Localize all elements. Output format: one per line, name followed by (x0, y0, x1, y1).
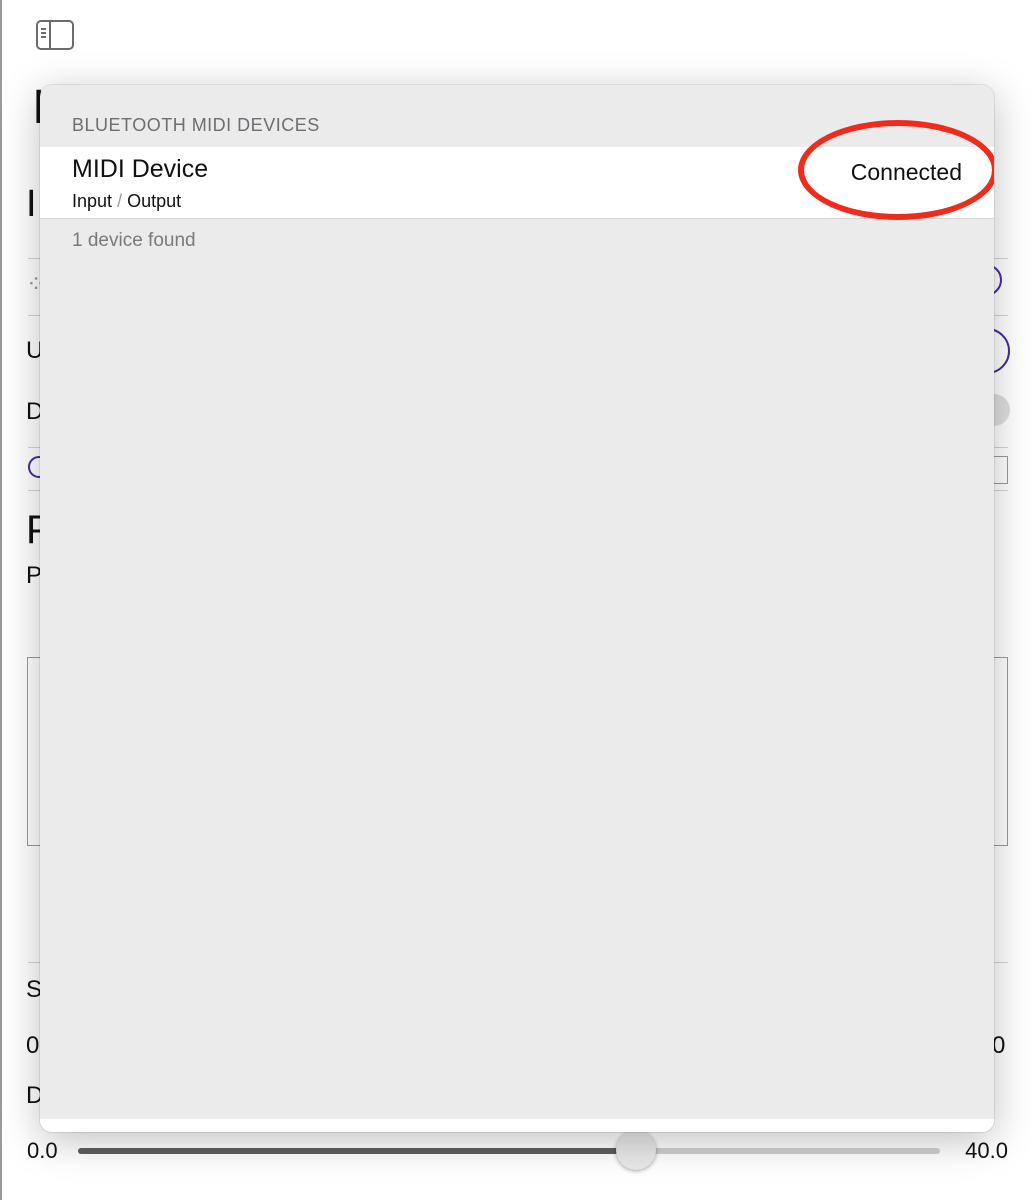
device-io-label: Input / Output (72, 191, 181, 212)
output-label: Output (127, 191, 182, 211)
io-separator: / (117, 191, 123, 211)
slider-track[interactable] (78, 1148, 940, 1154)
sidebar-toggle-icon[interactable] (36, 20, 74, 50)
device-count-footer: 1 device found (72, 230, 196, 251)
window-edge (0, 0, 2, 1200)
slider-max-label: 40.0 (965, 1138, 1008, 1163)
slider-fill (78, 1148, 637, 1154)
value-fragment: 0 (992, 1032, 1006, 1059)
section-header: BLUETOOTH MIDI DEVICES (72, 115, 320, 135)
device-row[interactable]: MIDI Device Input / Output Connected (40, 120, 994, 220)
device-name: MIDI Device (72, 155, 209, 183)
input-label: Input (72, 191, 113, 211)
popover-bottom-strip (40, 1119, 994, 1132)
section-title-fragment: I (26, 183, 37, 225)
value-fragment: 0 (26, 1032, 40, 1059)
slider-thumb[interactable] (616, 1130, 657, 1170)
bluetooth-midi-popover: BLUETOOTH MIDI DEVICES MIDI Device Input… (40, 85, 994, 1132)
slider-min-label: 0.0 (27, 1138, 58, 1163)
annotation-ellipse (798, 120, 994, 220)
